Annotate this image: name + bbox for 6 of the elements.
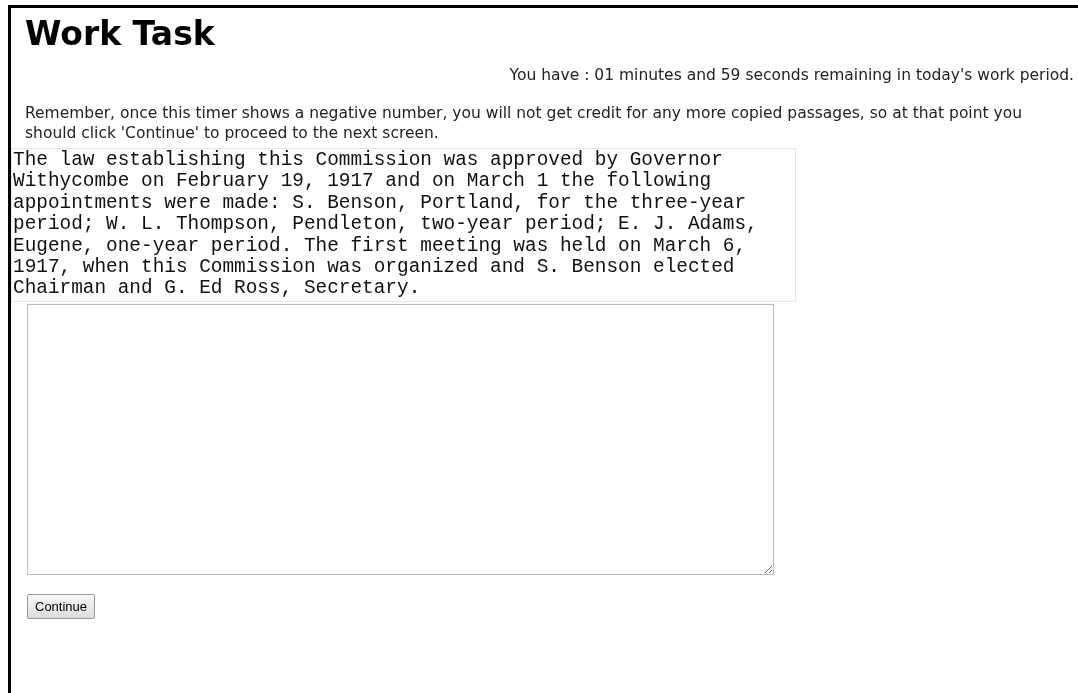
- answer-field[interactable]: [27, 303, 774, 575]
- continue-button[interactable]: Continue: [27, 593, 96, 619]
- instructions-text: Remember, once this timer shows a negative number, you will not get credit for any more copied passages, so at that point you should click 'Continue' to proceed to the next screen.: [25, 103, 1023, 143]
- timer-notice: You have : 01 minutes and 59 seconds remaining in today's work period.: [509, 65, 1074, 85]
- page-title: Work Task: [25, 14, 215, 54]
- passage-text: The law establishing this Commission was approved by Governor Withycombe on February 19, 1917 and on March 1 the following appointments were made: S. Benson, Portland, for the three-year period; W. L. Thompson, Pendleton, two-year period; E. J. Adams, Eugene, one-year period. The first meeting was held on March 6, 1917, when this Commission was organized and S. Benson elected Chairman and G. Ed Ross, Secretary.: [11, 148, 796, 302]
